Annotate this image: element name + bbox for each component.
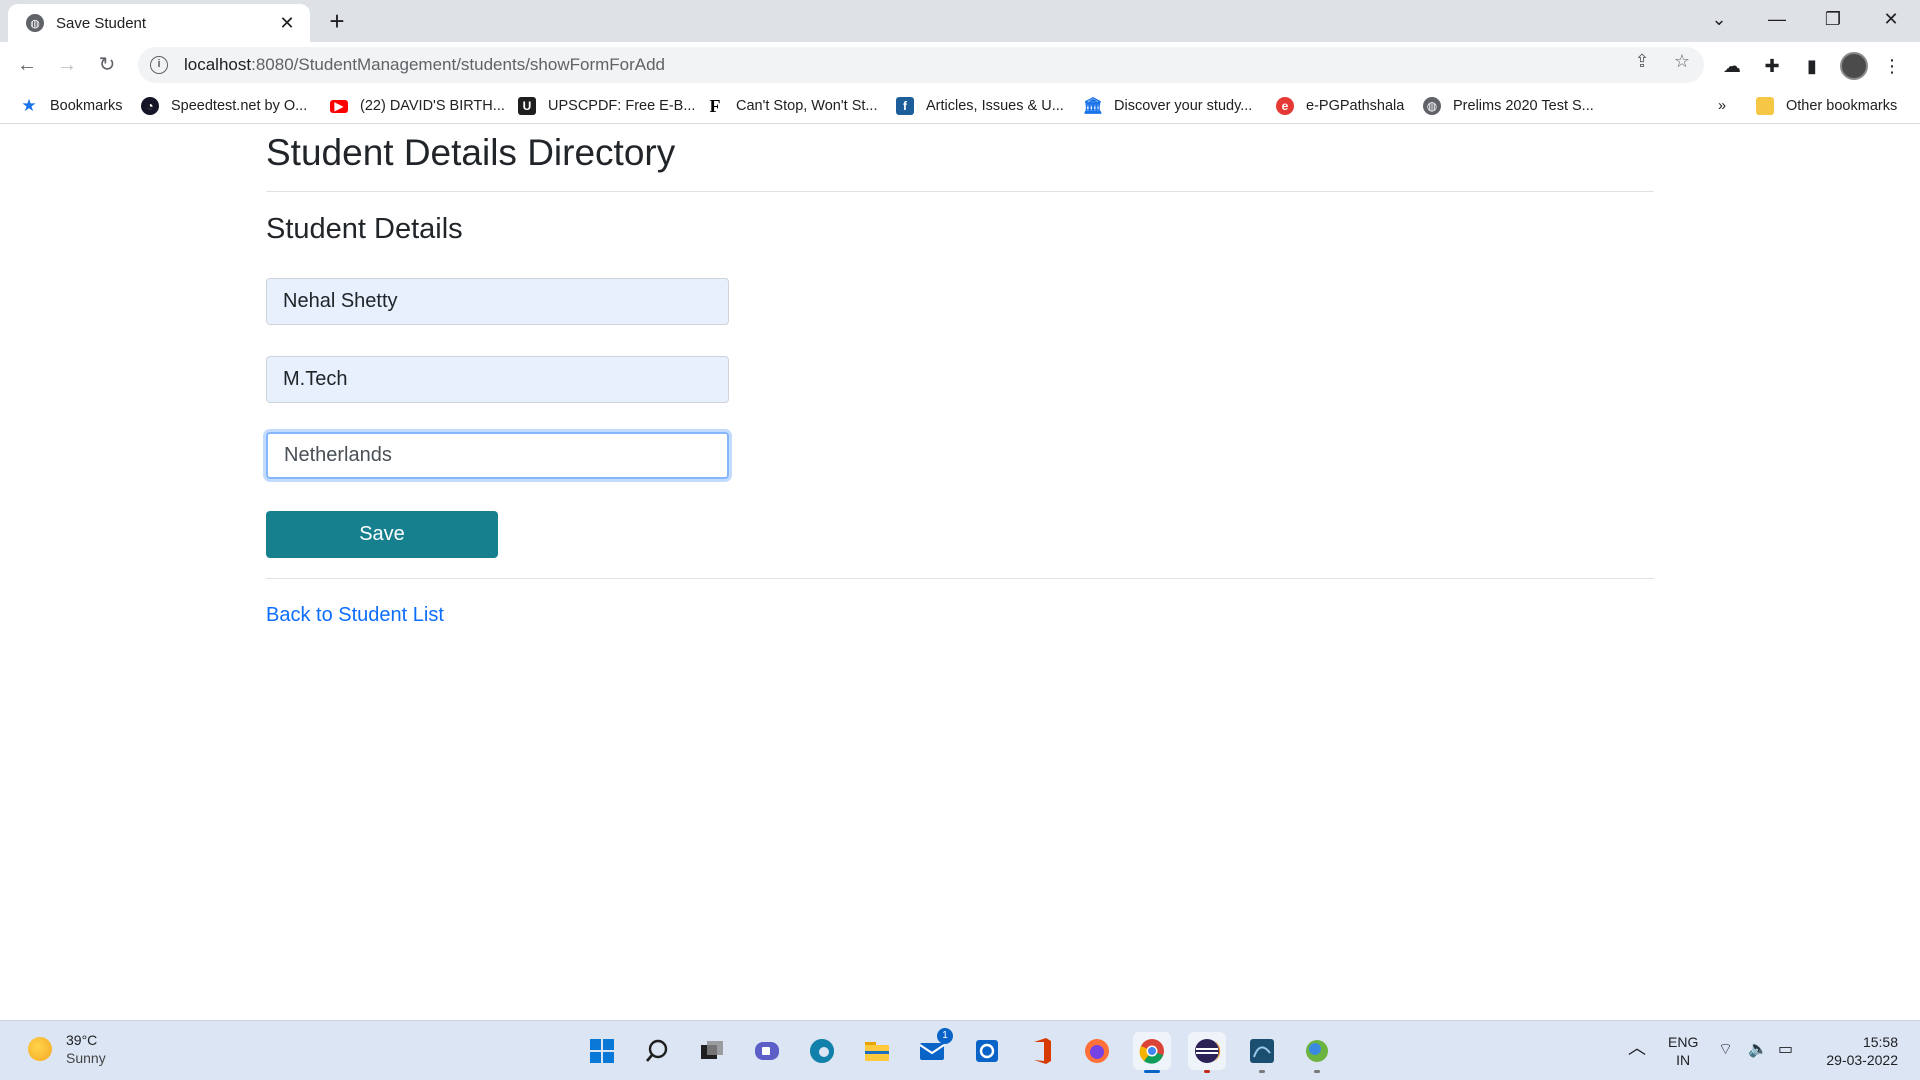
mail-icon[interactable]: 1 — [913, 1028, 953, 1070]
articles-icon: f — [896, 97, 914, 115]
address-bar[interactable]: i localhost:8080/StudentManagement/stude… — [138, 47, 1704, 83]
chrome-icon[interactable] — [1133, 1032, 1171, 1073]
show-hidden-icons-chevron[interactable]: ︿ — [1628, 1039, 1646, 1057]
weather-temp: 39°C — [66, 1032, 98, 1048]
form-title: Student Details — [266, 213, 463, 245]
close-tab-icon[interactable]: ✕ — [276, 13, 298, 34]
bookmark-item[interactable]: f Articles, Issues & U... — [896, 96, 1064, 116]
firefox-icon[interactable] — [1078, 1032, 1116, 1070]
bookmark-item[interactable]: U UPSCPDF: Free E-B... — [518, 96, 695, 116]
puzzle-extensions-icon[interactable]: ✚ — [1760, 54, 1784, 78]
menu-kebab-icon[interactable]: ⋮ — [1880, 54, 1904, 78]
teams-chat-icon[interactable] — [748, 1032, 786, 1070]
page-title: Student Details Directory — [266, 132, 676, 173]
bookmark-item[interactable]: F Can't Stop, Won't St... — [706, 95, 878, 116]
minimize-button[interactable]: — — [1752, 0, 1802, 38]
youtube-icon: ▶ — [330, 99, 348, 113]
bookmark-item[interactable]: 🏛 Discover your study... — [1082, 96, 1253, 116]
institution-icon: 🏛 — [1082, 98, 1104, 115]
clock[interactable]: 15:58 29-03-2022 — [1818, 1033, 1898, 1069]
bookmark-star-icon[interactable]: ☆ — [1671, 50, 1693, 72]
upscpdf-icon: U — [518, 97, 536, 115]
course-input[interactable]: M.Tech — [266, 356, 729, 403]
bookmarks-bar: ★ Bookmarks ◔ Speedtest.net by O... ▶ (2… — [0, 88, 1920, 124]
tab-title: Save Student — [56, 14, 147, 32]
back-to-student-list-link[interactable]: Back to Student List — [266, 604, 444, 627]
url-text: localhost:8080/StudentManagement/student… — [184, 55, 666, 74]
share-icon[interactable]: ⇪ — [1631, 50, 1653, 72]
star-icon: ★ — [21, 96, 37, 115]
save-button[interactable]: Save — [266, 511, 498, 558]
language-indicator[interactable]: ENG IN — [1668, 1033, 1698, 1069]
bookmark-item[interactable]: ▶ (22) DAVID'S BIRTH... — [330, 96, 505, 116]
tab-save-student[interactable]: ◍ Save Student ✕ — [8, 4, 310, 42]
profile-avatar[interactable] — [1840, 52, 1868, 80]
back-arrow-icon[interactable]: ← — [12, 50, 42, 80]
spring-tools-icon[interactable] — [1298, 1032, 1336, 1073]
globe-favicon-icon: ◍ — [26, 14, 44, 32]
site-info-icon[interactable]: i — [150, 56, 168, 74]
clock-date: 29-03-2022 — [1826, 1052, 1898, 1068]
tab-strip: ◍ Save Student ✕ + ⌄ — ❐ ✕ — [0, 0, 1920, 42]
bookmark-item[interactable]: ◍ Prelims 2020 Test S... — [1423, 96, 1594, 116]
battery-icon[interactable]: ▭ — [1778, 1041, 1793, 1059]
divider — [266, 578, 1654, 579]
divider — [266, 191, 1654, 192]
forbes-f-icon: F — [709, 95, 721, 116]
bookmarks-overflow-button[interactable]: » — [1718, 96, 1726, 116]
file-explorer-icon[interactable] — [858, 1032, 896, 1070]
folder-icon — [1756, 97, 1774, 115]
search-icon[interactable] — [638, 1032, 676, 1070]
extension-cloud-icon[interactable]: ☁ — [1720, 54, 1744, 78]
office-icon[interactable] — [1023, 1032, 1061, 1070]
clock-time: 15:58 — [1862, 1034, 1898, 1050]
bookmark-item[interactable]: ◔ Speedtest.net by O... — [141, 96, 307, 116]
start-windows-icon[interactable] — [583, 1032, 621, 1070]
epg-icon: e — [1276, 97, 1294, 115]
weather-widget[interactable]: 39°C Sunny — [28, 1031, 106, 1067]
volume-icon[interactable]: 🔈 — [1748, 1041, 1768, 1059]
mysql-workbench-icon[interactable] — [1243, 1032, 1281, 1073]
close-window-button[interactable]: ✕ — [1866, 0, 1916, 38]
eclipse-icon[interactable] — [1188, 1032, 1226, 1073]
side-panel-icon[interactable]: ▮ — [1800, 54, 1824, 78]
bookmark-item[interactable]: e e-PGPathshala — [1276, 96, 1404, 116]
first-name-input[interactable]: Nehal Shetty — [266, 278, 729, 325]
forward-arrow-icon[interactable]: → — [52, 50, 82, 80]
browser-toolbar: ← → ↻ i localhost:8080/StudentManagement… — [0, 42, 1920, 88]
country-input[interactable]: Netherlands — [266, 432, 729, 479]
app-store-icon[interactable] — [968, 1032, 1006, 1070]
other-bookmarks-folder[interactable]: Other bookmarks — [1756, 96, 1897, 116]
edge-browser-icon[interactable] — [803, 1032, 841, 1070]
task-view-icon[interactable] — [693, 1032, 731, 1070]
wifi-icon[interactable]: ⌔ — [1718, 1041, 1733, 1059]
sun-icon — [28, 1037, 52, 1061]
speedtest-icon: ◔ — [141, 97, 159, 115]
tab-search-icon[interactable]: ⌄ — [1694, 0, 1744, 38]
bookmark-item[interactable]: ★ Bookmarks — [20, 96, 122, 116]
mail-badge: 1 — [937, 1028, 953, 1044]
reload-icon[interactable]: ↻ — [92, 50, 122, 80]
windows-taskbar: 39°C Sunny 1 ︿ ENG IN ⌔ 🔈 ▭ 15:58 29-03-… — [0, 1020, 1920, 1080]
restore-button[interactable]: ❐ — [1808, 0, 1858, 38]
globe-icon: ◍ — [1423, 97, 1441, 115]
new-tab-button[interactable]: + — [322, 6, 352, 36]
weather-condition: Sunny — [66, 1050, 106, 1066]
